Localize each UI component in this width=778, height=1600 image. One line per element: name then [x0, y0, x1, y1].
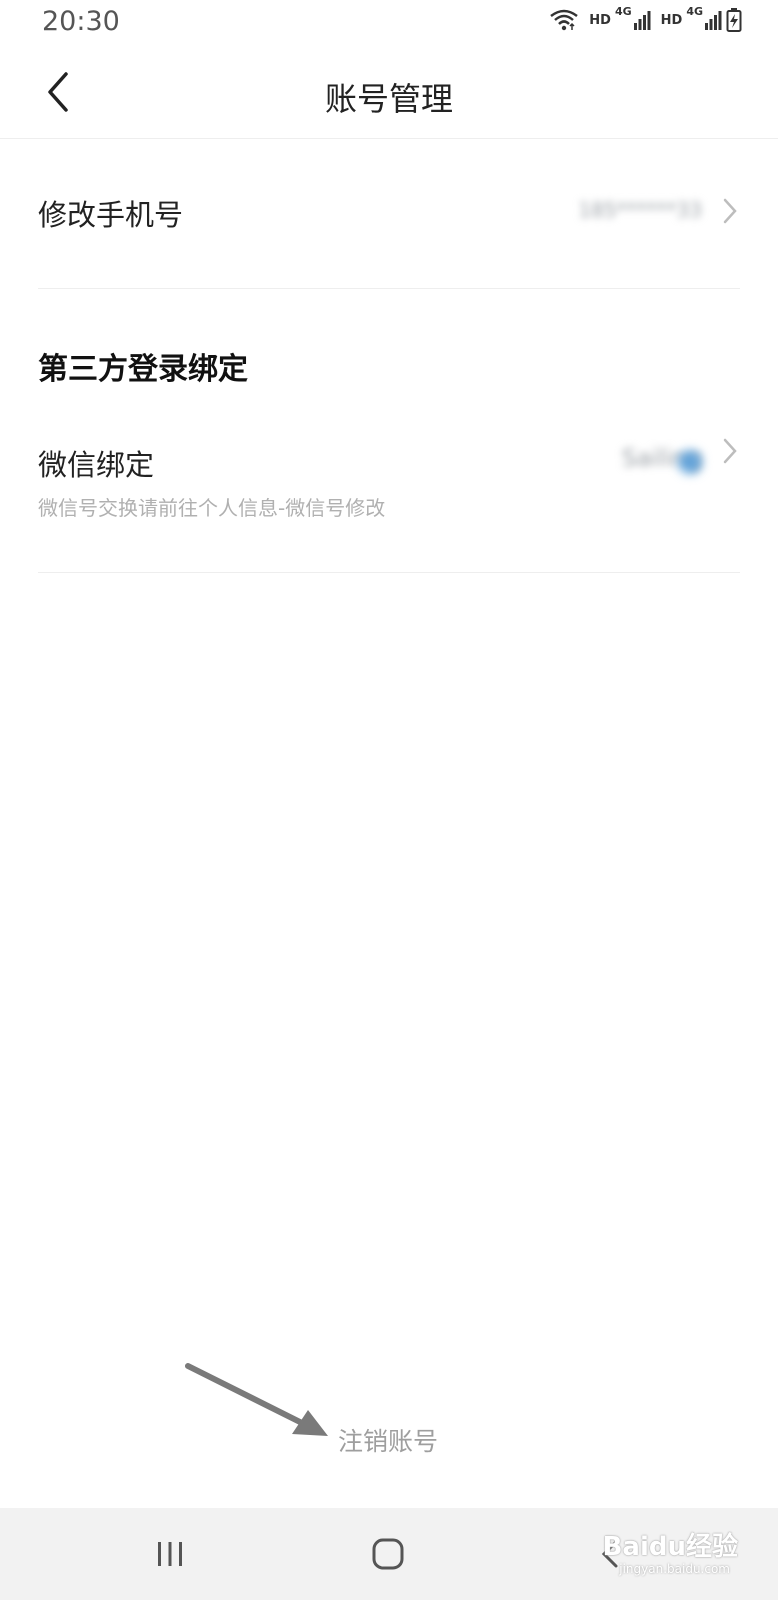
annotation-arrow-icon	[185, 1363, 328, 1436]
network-type-label-2: 4G	[686, 4, 703, 18]
home-icon	[372, 1538, 404, 1570]
chevron-right-icon	[723, 438, 737, 464]
watermark-url: jingyan.baidu.com	[619, 1562, 730, 1576]
watermark-logo: Baidu经验	[602, 1532, 738, 1562]
recent-apps-icon	[158, 1542, 182, 1566]
status-icons: HD 4G HD 4G	[549, 4, 742, 32]
cancel-account-link[interactable]: 注销账号	[338, 1422, 438, 1458]
battery-charging-icon	[726, 8, 742, 32]
wechat-binding-hint: 微信号交换请前往个人信息-微信号修改	[38, 496, 386, 520]
recent-apps-button[interactable]	[150, 1534, 190, 1578]
change-phone-label: 修改手机号	[38, 198, 184, 232]
third-party-section-title: 第三方登录绑定	[38, 352, 248, 387]
hd-badge: HD	[589, 12, 611, 28]
nav-bar: 账号管理	[0, 46, 778, 139]
wifi-icon	[550, 9, 579, 31]
network-type-label: 4G	[614, 4, 632, 18]
status-time: 20:30	[42, 6, 120, 37]
home-button[interactable]	[368, 1534, 408, 1578]
wechat-binding-label: 微信绑定	[38, 448, 155, 482]
wechat-binding-row[interactable]: 微信绑定 微信号交换请前往个人信息-微信号修改 Sailing	[38, 420, 740, 573]
phone-number-value: 185******33	[578, 198, 702, 222]
system-nav-bar: Baidu经验 jingyan.baidu.com	[0, 1508, 778, 1600]
status-bar: 20:30 HD 4G HD 4G	[0, 0, 778, 46]
page-title: 账号管理	[324, 80, 453, 118]
wechat-avatar-blur-icon	[678, 450, 702, 474]
signal-icon-2	[705, 11, 722, 30]
chevron-right-icon	[723, 198, 737, 224]
signal-icon	[633, 11, 651, 30]
change-phone-row[interactable]: 修改手机号 185******33	[38, 140, 740, 289]
hd-badge-2: HD	[660, 12, 683, 28]
